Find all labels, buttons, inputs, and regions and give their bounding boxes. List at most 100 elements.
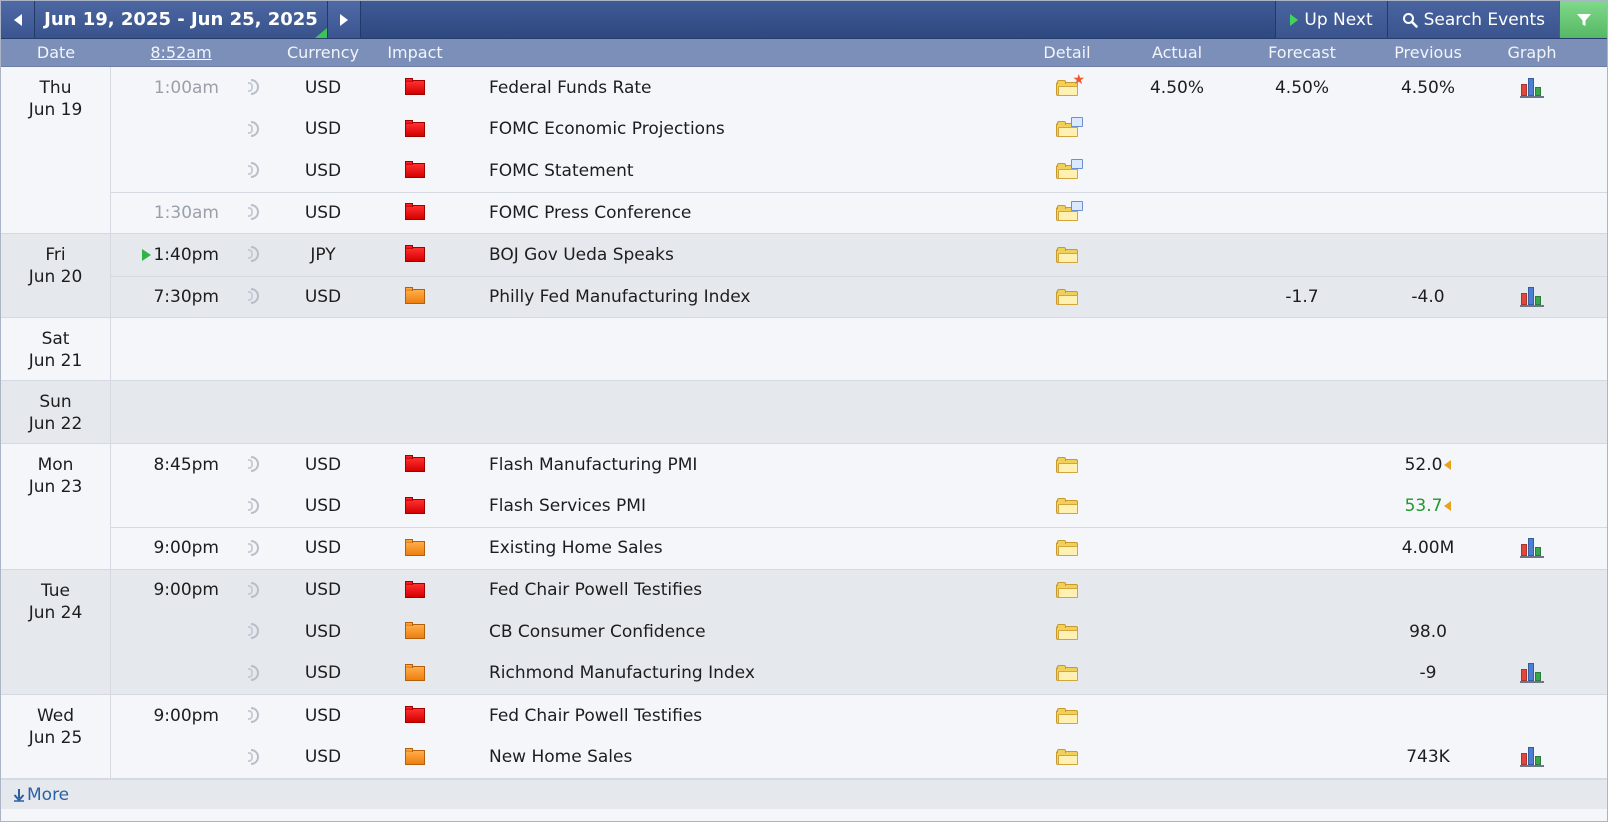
header-impact: Impact	[387, 43, 443, 62]
bar-chart-icon[interactable]	[1520, 286, 1544, 307]
high-impact-icon[interactable]	[405, 706, 425, 724]
sound-alert-icon[interactable]	[248, 663, 261, 681]
up-next-label: Up Next	[1304, 9, 1373, 30]
bar-chart-icon[interactable]	[1520, 747, 1544, 768]
detail-folder-icon[interactable]: ★	[1056, 73, 1085, 96]
event-currency: USD	[304, 202, 342, 223]
sound-alert-icon[interactable]	[248, 538, 261, 556]
detail-folder-icon[interactable]	[1056, 200, 1083, 221]
high-impact-icon[interactable]	[405, 245, 425, 263]
detail-folder-icon[interactable]	[1056, 498, 1078, 515]
detail-folder-icon[interactable]	[1056, 707, 1078, 724]
sound-alert-icon[interactable]	[248, 286, 261, 305]
detail-folder-icon[interactable]	[1056, 456, 1078, 473]
high-impact-icon[interactable]	[405, 161, 425, 179]
medium-impact-icon[interactable]	[405, 622, 425, 640]
sound-alert-icon[interactable]	[248, 77, 261, 96]
event-row[interactable]: USD Flash Services PMI 53.7	[111, 486, 1607, 528]
event-title[interactable]: CB Consumer Confidence	[489, 622, 1025, 642]
event-title[interactable]: FOMC Statement	[489, 161, 1025, 181]
revision-arrow-icon[interactable]	[1444, 459, 1452, 470]
detail-folder-icon[interactable]	[1056, 623, 1078, 640]
header-current-time[interactable]: 8:52am	[150, 43, 211, 62]
date-label: Jun 24	[28, 602, 83, 623]
event-currency: USD	[304, 496, 342, 517]
detail-folder-icon[interactable]	[1056, 288, 1078, 305]
chevron-right-icon	[340, 13, 348, 26]
sound-alert-icon[interactable]	[248, 496, 261, 514]
event-row[interactable]: 9:00pm USD Fed Chair Powell Testifies	[111, 695, 1607, 737]
event-row[interactable]: 8:45pm USD Flash Manufacturing PMI 52.0	[111, 444, 1607, 486]
next-week-button[interactable]	[327, 1, 361, 38]
detail-folder-icon[interactable]	[1056, 749, 1078, 766]
detail-folder-icon[interactable]	[1056, 540, 1078, 557]
sound-alert-icon[interactable]	[248, 621, 261, 640]
event-row[interactable]: 1:30am USD FOMC Press Conference	[111, 191, 1607, 234]
chevron-left-icon	[13, 13, 22, 26]
up-next-button[interactable]: Up Next	[1275, 1, 1387, 38]
event-title[interactable]: Flash Manufacturing PMI	[489, 455, 1025, 475]
more-label: More	[27, 784, 70, 805]
high-impact-icon[interactable]	[405, 203, 425, 221]
event-row[interactable]: 9:00pm USD Existing Home Sales 4.00M	[111, 527, 1607, 569]
detail-folder-icon[interactable]	[1056, 582, 1078, 599]
event-title[interactable]: New Home Sales	[489, 747, 1025, 767]
search-events-button[interactable]: Search Events	[1386, 1, 1559, 38]
filter-button[interactable]	[1559, 1, 1607, 38]
event-title[interactable]: Federal Funds Rate	[489, 78, 1025, 98]
event-currency: USD	[304, 77, 342, 98]
medium-impact-icon[interactable]	[405, 747, 425, 765]
detail-folder-icon[interactable]	[1056, 665, 1078, 682]
event-row[interactable]: 7:30pm USD Philly Fed Manufacturing Inde…	[111, 275, 1607, 318]
event-row[interactable]: USD New Home Sales 743K	[111, 737, 1607, 779]
high-impact-icon[interactable]	[405, 455, 425, 473]
event-row[interactable]: USD CB Consumer Confidence 98.0	[111, 611, 1607, 653]
medium-impact-icon[interactable]	[405, 287, 425, 305]
bar-chart-icon[interactable]	[1520, 663, 1544, 684]
event-title[interactable]: BOJ Gov Ueda Speaks	[489, 245, 1025, 265]
high-impact-icon[interactable]	[405, 496, 425, 514]
event-title[interactable]: Flash Services PMI	[489, 496, 1025, 516]
detail-folder-icon[interactable]	[1056, 246, 1078, 263]
detail-folder-icon[interactable]	[1056, 117, 1083, 138]
revision-arrow-icon[interactable]	[1444, 501, 1452, 512]
date-range-selector[interactable]: Jun 19, 2025 - Jun 25, 2025	[35, 1, 327, 38]
event-title[interactable]: Fed Chair Powell Testifies	[489, 706, 1025, 726]
event-previous-value: 98.0	[1409, 621, 1447, 642]
sound-alert-icon[interactable]	[248, 705, 261, 724]
event-row[interactable]: USD FOMC Economic Projections	[111, 109, 1607, 151]
event-title[interactable]: Existing Home Sales	[489, 538, 1025, 558]
event-currency: USD	[304, 580, 342, 601]
detail-folder-icon[interactable]	[1056, 158, 1083, 179]
download-arrow-icon	[13, 788, 25, 802]
event-row[interactable]: 1:00am USD Federal Funds Rate ★ 4.50% 4.…	[111, 67, 1607, 109]
sound-alert-icon[interactable]	[248, 202, 261, 221]
sound-alert-icon[interactable]	[248, 580, 261, 598]
event-row[interactable]: USD FOMC Statement	[111, 150, 1607, 192]
previous-week-button[interactable]	[1, 1, 35, 38]
event-row[interactable]: 1:40pm JPY BOJ Gov Ueda Speaks	[111, 234, 1607, 276]
high-impact-icon[interactable]	[405, 78, 425, 96]
sound-alert-icon[interactable]	[248, 454, 261, 473]
sound-alert-icon[interactable]	[248, 119, 261, 137]
high-impact-icon[interactable]	[405, 119, 425, 137]
event-title[interactable]: FOMC Economic Projections	[489, 119, 1025, 139]
sound-alert-icon[interactable]	[248, 747, 261, 765]
medium-impact-icon[interactable]	[405, 538, 425, 556]
more-link[interactable]: More	[13, 785, 69, 805]
search-events-label: Search Events	[1423, 9, 1545, 30]
event-title[interactable]: Philly Fed Manufacturing Index	[489, 287, 1025, 307]
bar-chart-icon[interactable]	[1520, 538, 1544, 559]
weekday-label: Tue	[40, 580, 71, 601]
event-row[interactable]: USD Richmond Manufacturing Index -9	[111, 653, 1607, 695]
high-impact-icon[interactable]	[405, 580, 425, 598]
event-title[interactable]: Fed Chair Powell Testifies	[489, 580, 1025, 600]
sound-alert-icon[interactable]	[248, 244, 261, 263]
event-title[interactable]: FOMC Press Conference	[489, 203, 1025, 223]
event-row[interactable]: 9:00pm USD Fed Chair Powell Testifies	[111, 570, 1607, 612]
bar-chart-icon[interactable]	[1520, 77, 1544, 98]
medium-impact-icon[interactable]	[405, 663, 425, 681]
sound-alert-icon[interactable]	[248, 160, 261, 179]
weekday-label: Mon	[37, 455, 74, 475]
event-title[interactable]: Richmond Manufacturing Index	[489, 663, 1025, 683]
